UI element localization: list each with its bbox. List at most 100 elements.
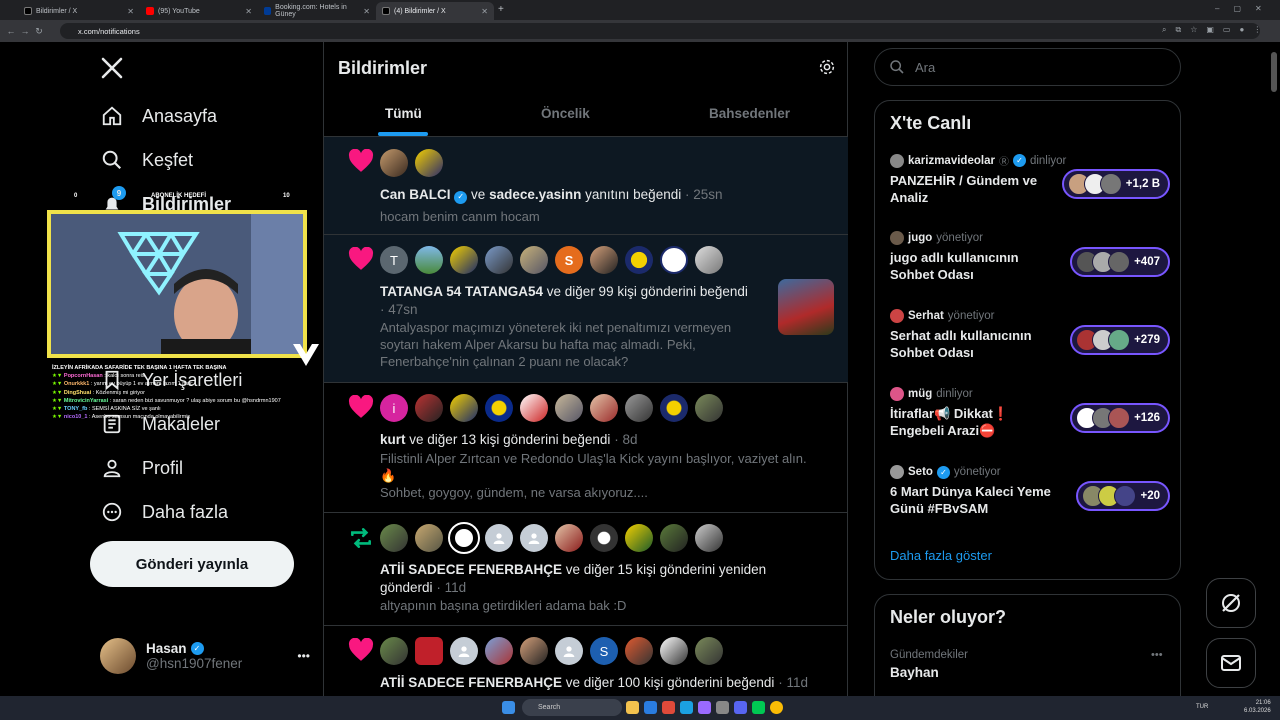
- avatar[interactable]: [660, 637, 688, 665]
- account-switcher[interactable]: Hasan ✓ @hsn1907fener •••: [100, 638, 310, 674]
- settings-gear-icon[interactable]: [818, 58, 836, 81]
- avatar[interactable]: [485, 246, 513, 274]
- avatar[interactable]: [450, 246, 478, 274]
- avatar[interactable]: [380, 524, 408, 552]
- nav-profile[interactable]: Profil: [100, 456, 183, 480]
- search-input[interactable]: Ara: [874, 48, 1181, 86]
- trend-name[interactable]: Bayhan: [890, 665, 939, 680]
- avatar[interactable]: [590, 394, 618, 422]
- avatar[interactable]: [485, 637, 513, 665]
- avatar[interactable]: [695, 246, 723, 274]
- notification-item[interactable]: Can BALCI ✓ ve sadece.yasinn yanıtını be…: [324, 137, 848, 235]
- avatar[interactable]: [415, 149, 443, 177]
- tab-priority[interactable]: Öncelik: [541, 106, 590, 121]
- space-listeners-pill[interactable]: +126: [1070, 403, 1170, 433]
- address-bar[interactable]: x.com/notifications: [60, 23, 1260, 39]
- avatar[interactable]: [380, 149, 408, 177]
- messages-button[interactable]: [1206, 638, 1256, 688]
- browser-tab[interactable]: Booking.com: Hotels in Güney ✕: [258, 2, 376, 20]
- close-tab-icon[interactable]: ✕: [481, 7, 488, 16]
- default-avatar-icon[interactable]: [485, 524, 513, 552]
- avatar[interactable]: [520, 394, 548, 422]
- discord-icon[interactable]: [734, 701, 747, 714]
- app-icon[interactable]: [644, 701, 657, 714]
- nav-more[interactable]: Daha fazla: [100, 500, 228, 524]
- notification-item[interactable]: S ATİİ SADECE FENERBAHÇE ve diğer 100 ki…: [324, 626, 848, 696]
- app-icon[interactable]: [662, 701, 675, 714]
- close-tab-icon[interactable]: ✕: [245, 7, 252, 16]
- tab-all[interactable]: Tümü: [385, 106, 422, 121]
- avatar[interactable]: [695, 394, 723, 422]
- avatar[interactable]: [415, 637, 443, 665]
- avatar[interactable]: [625, 637, 653, 665]
- live-space-item[interactable]: karizmavideolar Ⓡ ✓ dinliyor PANZEHİR / Gün…: [890, 153, 1170, 206]
- space-listeners-pill[interactable]: +407: [1070, 247, 1170, 277]
- avatar[interactable]: [590, 246, 618, 274]
- space-listeners-pill[interactable]: +20: [1076, 481, 1170, 511]
- avatar[interactable]: [380, 637, 408, 665]
- avatar[interactable]: [590, 524, 618, 552]
- chrome-icon[interactable]: [770, 701, 783, 714]
- notification-item[interactable]: ATİİ SADECE FENERBAHÇE ve diğer 15 kişi …: [324, 513, 848, 626]
- avatar[interactable]: [485, 394, 513, 422]
- close-tab-icon[interactable]: ✕: [127, 7, 134, 16]
- avatar[interactable]: [625, 524, 653, 552]
- live-space-item[interactable]: Seto ✓ yönetiyor 6 Mart Dünya Kaleci Yeme …: [890, 465, 1170, 517]
- live-space-item[interactable]: jugo yönetiyor jugo adlı kullanıcının Soh…: [890, 231, 1170, 283]
- language-indicator[interactable]: TUR: [1196, 704, 1208, 710]
- show-more-link[interactable]: Daha fazla göster: [890, 548, 992, 563]
- avatar[interactable]: T: [380, 246, 408, 274]
- app-icon[interactable]: [752, 701, 765, 714]
- avatar[interactable]: S: [555, 246, 583, 274]
- browser-tab[interactable]: Bildirimler / X ✕: [18, 2, 140, 20]
- avatar[interactable]: [520, 637, 548, 665]
- avatar[interactable]: [660, 246, 688, 274]
- account-more-icon[interactable]: •••: [297, 649, 310, 663]
- close-tab-icon[interactable]: ✕: [363, 7, 370, 16]
- default-avatar-icon[interactable]: [450, 637, 478, 665]
- post-thumbnail[interactable]: [778, 279, 834, 335]
- default-avatar-icon[interactable]: [520, 524, 548, 552]
- app-icon[interactable]: [716, 701, 729, 714]
- trend-more-icon[interactable]: •••: [1151, 649, 1163, 661]
- window-controls[interactable]: –▢✕: [1215, 4, 1276, 13]
- avatar[interactable]: [695, 637, 723, 665]
- avatar[interactable]: [625, 394, 653, 422]
- grok-button[interactable]: [1206, 578, 1256, 628]
- avatar[interactable]: [415, 524, 443, 552]
- live-space-item[interactable]: müg dinliyor İtiraflar📢 Dikkat❗ Engebeli …: [890, 387, 1170, 439]
- nav-explore[interactable]: Keşfet: [100, 148, 193, 172]
- back-icon[interactable]: ←: [4, 26, 18, 36]
- avatar[interactable]: [415, 394, 443, 422]
- avatar[interactable]: [660, 524, 688, 552]
- file-explorer-icon[interactable]: [626, 701, 639, 714]
- forward-icon[interactable]: →: [18, 26, 32, 36]
- browser-tab-active[interactable]: (4) Bildirimler / X ✕: [376, 2, 494, 20]
- avatar[interactable]: [555, 394, 583, 422]
- avatar[interactable]: [695, 524, 723, 552]
- clock[interactable]: 21:06 6.03.2026: [1244, 699, 1271, 715]
- avatar[interactable]: [415, 246, 443, 274]
- space-listeners-pill[interactable]: +279: [1070, 325, 1170, 355]
- avatar[interactable]: [555, 524, 583, 552]
- space-listeners-pill[interactable]: +1,2 B: [1061, 169, 1170, 199]
- avatar[interactable]: [448, 522, 480, 554]
- avatar[interactable]: S: [590, 637, 618, 665]
- taskbar-search[interactable]: Search: [522, 699, 622, 716]
- windows-start-icon[interactable]: [502, 701, 515, 714]
- browser-extension-icons[interactable]: ⌕⧉☆▣▭●⋮: [1162, 25, 1270, 35]
- scrollbar[interactable]: [1271, 52, 1277, 92]
- edge-icon[interactable]: [680, 701, 693, 714]
- live-space-item[interactable]: Serhat yönetiyor Serhat adlı kullanıcının…: [890, 309, 1170, 361]
- avatar[interactable]: [520, 246, 548, 274]
- avatar[interactable]: i: [380, 394, 408, 422]
- avatar[interactable]: [660, 394, 688, 422]
- new-tab-button[interactable]: +: [498, 4, 504, 15]
- browser-tab[interactable]: (95) YouTube ✕: [140, 2, 258, 20]
- avatar[interactable]: [450, 394, 478, 422]
- avatar[interactable]: [625, 246, 653, 274]
- x-logo-icon[interactable]: [100, 56, 126, 82]
- reload-icon[interactable]: ↻: [32, 26, 46, 37]
- nav-home[interactable]: Anasayfa: [100, 104, 217, 128]
- default-avatar-icon[interactable]: [555, 637, 583, 665]
